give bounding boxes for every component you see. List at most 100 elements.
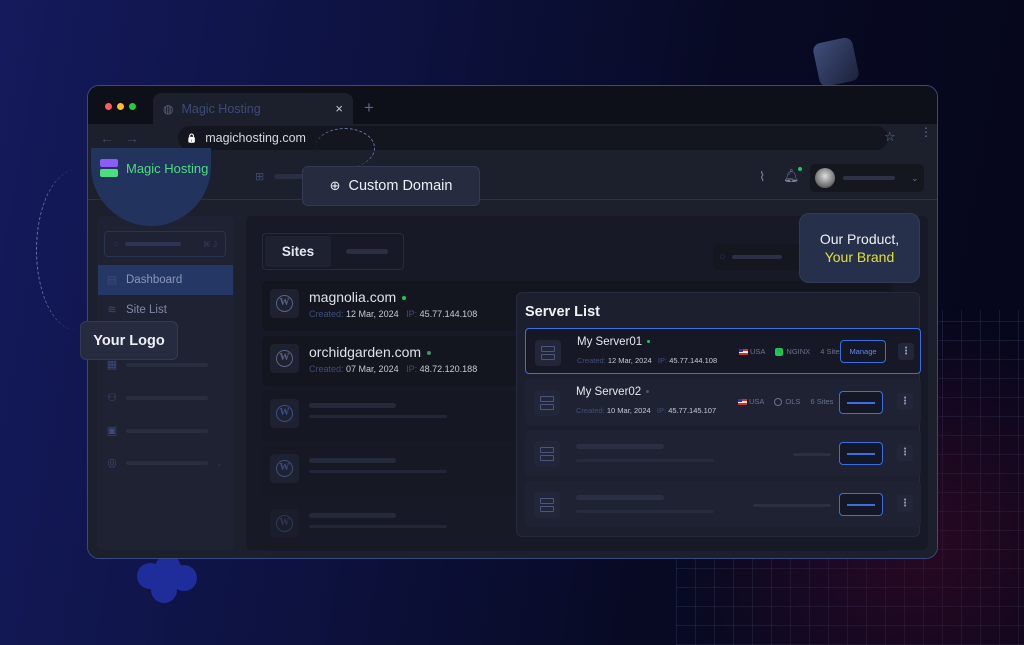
brand-callout: Our Product, Your Brand: [799, 213, 920, 283]
wordpress-icon: W: [270, 344, 299, 373]
server-row-placeholder[interactable]: ⋮: [525, 481, 921, 527]
status-dot: [402, 296, 407, 301]
site-name[interactable]: magnolia.com: [309, 289, 396, 305]
created-date: 10 Mar, 2024: [606, 406, 651, 415]
server-row-placeholder[interactable]: ⋮: [525, 430, 921, 476]
username-placeholder: [843, 176, 895, 180]
server-meta: Created: 12 Mar, 2024 IP: 45.77.144.108: [577, 356, 717, 365]
ip-address: 45.77.144.108: [669, 356, 718, 365]
maximize-window-button[interactable]: [129, 103, 136, 110]
lock-icon: 🔒: [186, 132, 198, 143]
wordpress-icon: W: [270, 399, 299, 428]
chevron-down-icon: ⌄: [911, 172, 919, 183]
tab-placeholder[interactable]: [346, 249, 388, 254]
label-placeholder: [126, 396, 208, 400]
tab-sites[interactable]: Sites: [265, 236, 331, 267]
site-meta: Created: 12 Mar, 2024 IP: 45.77.144.108: [309, 309, 477, 319]
sidebar-item-placeholder[interactable]: ▣: [98, 416, 233, 446]
ip-address: 45.77.145.107: [668, 406, 717, 415]
us-flag-icon: [739, 349, 748, 356]
created-date: 12 Mar, 2024: [346, 309, 399, 319]
server-name[interactable]: My Server01: [577, 336, 642, 348]
server-row[interactable]: My Server01 Created: 12 Mar, 2024 IP: 45…: [525, 328, 921, 374]
browser-menu-icon[interactable]: ⋮: [920, 126, 932, 138]
close-window-button[interactable]: [105, 103, 112, 110]
web-server: NGINX: [786, 347, 811, 356]
server-icon: [534, 492, 560, 518]
server-icon: [534, 441, 560, 467]
label-placeholder: [126, 429, 208, 433]
browser-tab[interactable]: ◍ Magic Hosting ×: [153, 93, 353, 124]
site-count: 6 Sites: [810, 397, 834, 406]
search-placeholder: [731, 255, 782, 259]
ip-address: 48.72.120.188: [419, 364, 478, 374]
ols-icon: [774, 398, 783, 407]
server-list-title: Server List: [525, 304, 600, 320]
brand-name[interactable]: Magic Hosting: [126, 161, 208, 176]
main-search[interactable]: ○: [713, 244, 801, 270]
meta-placeholder: [576, 510, 714, 513]
server-icon: [535, 340, 561, 366]
server-name[interactable]: My Server02: [576, 386, 641, 398]
sidebar-item-placeholder[interactable]: ⚇: [98, 383, 233, 413]
country: USA: [750, 347, 766, 356]
site-meta: Created: 07 Mar, 2024 IP: 48.72.120.188: [309, 364, 477, 374]
content-tabs: Sites: [262, 233, 404, 270]
more-options-icon[interactable]: ⋮: [897, 495, 913, 512]
ip-label: IP:: [406, 364, 418, 374]
minimize-window-button[interactable]: [117, 103, 124, 110]
more-options-icon[interactable]: ⋮: [897, 393, 913, 410]
name-placeholder: [309, 403, 396, 408]
address-bar[interactable]: 🔒 magichosting.com: [178, 126, 888, 150]
callout-label: Your Logo: [93, 332, 165, 349]
new-tab-button[interactable]: +: [364, 98, 374, 118]
address-row: ← → 🔒 magichosting.com ☆ ⋮: [88, 124, 937, 152]
action-button-placeholder[interactable]: [839, 442, 883, 465]
site-name[interactable]: orchidgarden.com: [309, 344, 421, 360]
meta-placeholder: [309, 415, 447, 418]
sidebar-item-placeholder[interactable]: ◎ ⌄: [98, 448, 233, 478]
action-button-placeholder[interactable]: [839, 391, 883, 414]
user-menu[interactable]: ⌄: [810, 164, 924, 192]
ip-address: 45.77.144.108: [419, 309, 478, 319]
back-arrow-icon[interactable]: ←: [100, 130, 114, 146]
activity-icon[interactable]: ⌇: [759, 169, 765, 185]
status-dot: [646, 390, 650, 394]
label-placeholder: [126, 363, 208, 367]
name-placeholder: [576, 495, 664, 500]
more-options-icon[interactable]: ⋮: [898, 343, 914, 360]
tab-strip: ◍ Magic Hosting × +: [88, 86, 937, 124]
sidebar-item-dashboard[interactable]: ▤ Dashboard: [98, 265, 233, 295]
created-date: 12 Mar, 2024: [607, 356, 652, 365]
sidebar-search[interactable]: ○ ⌘ J: [104, 231, 226, 257]
name-placeholder: [309, 458, 396, 463]
meta-placeholder: [309, 525, 447, 528]
status-dot: [427, 351, 432, 356]
close-tab-icon[interactable]: ×: [335, 101, 343, 116]
wordpress-icon: W: [270, 289, 299, 318]
manage-button[interactable]: Manage: [840, 340, 886, 363]
action-button-placeholder[interactable]: [839, 493, 883, 516]
meta-placeholder: [309, 470, 447, 473]
callout-line-1: Our Product,: [819, 231, 900, 247]
server-meta: Created: 10 Mar, 2024 IP: 45.77.145.107: [576, 406, 716, 415]
server-row[interactable]: My Server02 Created: 10 Mar, 2024 IP: 45…: [525, 379, 921, 425]
ip-label: IP:: [656, 406, 667, 415]
www-globe-icon: ⊕: [329, 178, 341, 193]
bookmark-star-icon[interactable]: ☆: [884, 129, 896, 145]
status-dot: [647, 340, 651, 344]
nginx-icon: N: [775, 348, 784, 357]
more-options-icon[interactable]: ⋮: [897, 444, 913, 461]
sidebar-item-label: Dashboard: [126, 274, 183, 286]
forward-arrow-icon[interactable]: →: [125, 130, 139, 146]
notification-bell-icon[interactable]: 🔔︎: [783, 167, 802, 184]
detail-placeholder: [793, 453, 831, 456]
country: USA: [749, 397, 765, 406]
url-text[interactable]: magichosting.com: [205, 131, 306, 145]
created-label: Created:: [577, 356, 606, 365]
apps-grid-icon[interactable]: ⊞: [255, 170, 264, 183]
web-server: OLS: [785, 397, 801, 406]
server-logo-icon: [100, 159, 118, 177]
shortcut-hint: ⌘ J: [202, 239, 217, 249]
dashed-connector: [36, 170, 116, 330]
